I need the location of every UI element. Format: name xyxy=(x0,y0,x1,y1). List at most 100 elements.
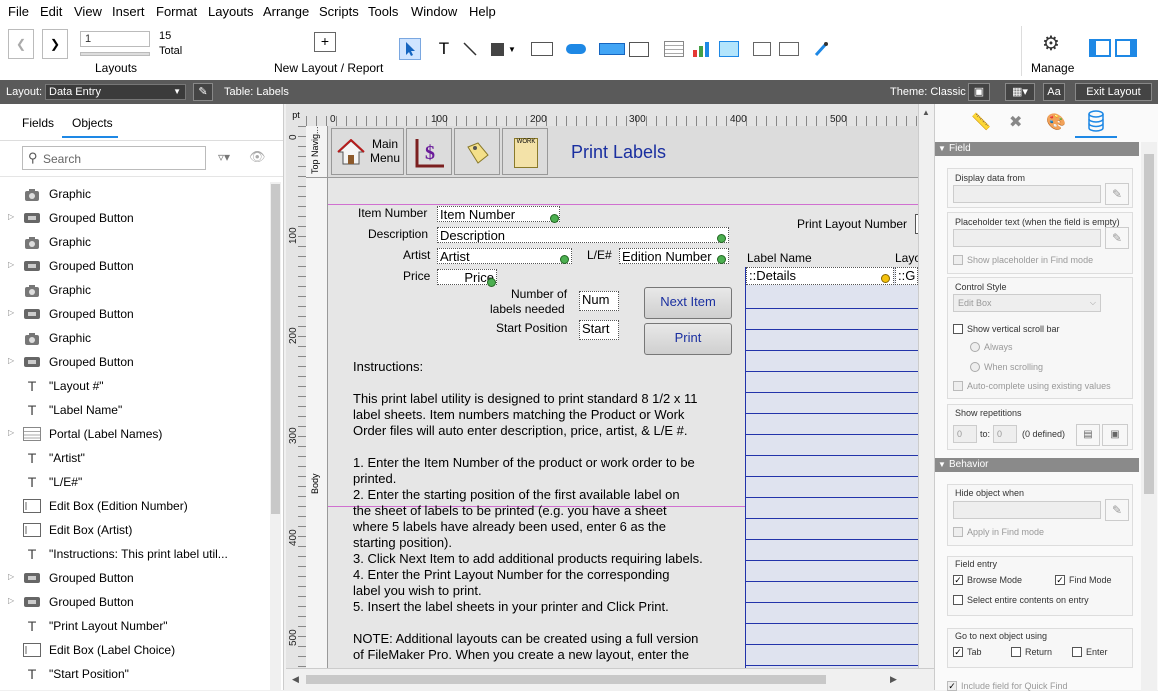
new-layout-icon[interactable]: + xyxy=(314,32,336,52)
data-tab-icon[interactable] xyxy=(1087,110,1107,132)
pointer-tool-icon[interactable] xyxy=(399,38,421,60)
line-tool-icon[interactable] xyxy=(459,38,481,60)
show-placeholder-checkbox[interactable] xyxy=(953,255,963,265)
control-style-select[interactable]: Edit Box ⌵ xyxy=(953,294,1101,312)
objects-scrollbar[interactable] xyxy=(270,182,281,690)
g-field[interactable]: ::G xyxy=(895,267,918,285)
vertical-repetition-icon[interactable]: ▤ xyxy=(1076,424,1100,446)
repetition-to-input[interactable]: 0 xyxy=(993,425,1017,443)
expand-arrow-icon[interactable]: ▷ xyxy=(8,596,14,605)
manage-button[interactable]: Manage xyxy=(1031,61,1074,75)
body-part[interactable]: Body xyxy=(306,178,328,668)
object-list-item[interactable]: Edit Box (Edition Number) xyxy=(0,494,268,518)
repetition-from-input[interactable]: 0 xyxy=(953,425,977,443)
main-menu-button[interactable]: Main Menu xyxy=(331,128,404,175)
grid-options-icon[interactable]: ▦▾ xyxy=(1005,83,1035,101)
show-left-pane-icon[interactable] xyxy=(1089,39,1111,57)
edit-layout-name-icon[interactable]: ✎ xyxy=(193,83,213,101)
menu-insert[interactable]: Insert xyxy=(112,4,145,19)
menu-file[interactable]: File xyxy=(8,4,29,19)
new-layout-button[interactable]: New Layout / Report xyxy=(274,61,383,75)
show-vscroll-checkbox[interactable] xyxy=(953,324,963,334)
search-input[interactable]: ⚲ Search xyxy=(22,146,206,170)
browse-mode-checkbox[interactable]: ✓ xyxy=(953,575,963,585)
next-record-button[interactable]: ❯ xyxy=(42,29,68,59)
appearance-tab-icon[interactable]: 🎨 xyxy=(1046,112,1066,132)
menu-format[interactable]: Format xyxy=(156,4,197,19)
behavior-section-header[interactable]: ▼ Behavior xyxy=(935,458,1139,472)
object-list-item[interactable]: ▷ Grouped Button xyxy=(0,350,268,374)
format-painter-icon[interactable] xyxy=(810,38,832,60)
hide-object-input[interactable] xyxy=(953,501,1101,519)
show-right-pane-icon[interactable] xyxy=(1115,39,1137,57)
shape-dropdown-icon[interactable]: ▼ xyxy=(507,38,517,60)
text-tool-icon[interactable]: T xyxy=(433,38,455,60)
object-list-item[interactable]: ▷ Portal (Label Names) xyxy=(0,422,268,446)
portal-label-names[interactable] xyxy=(745,267,918,668)
record-number-input[interactable]: 1 xyxy=(80,31,150,47)
text-style-icon[interactable]: Aa xyxy=(1043,83,1065,101)
canvas-horizontal-scrollbar[interactable]: ◀ ▶ xyxy=(286,668,934,691)
expand-arrow-icon[interactable]: ▷ xyxy=(8,260,14,269)
popover-tool-icon[interactable] xyxy=(628,38,650,60)
object-list-item[interactable]: Graphic xyxy=(0,326,268,350)
finance-button[interactable]: $ xyxy=(406,128,452,175)
object-list-item[interactable]: Edit Box (Artist) xyxy=(0,518,268,542)
apply-find-checkbox[interactable] xyxy=(953,527,963,537)
top-navigation-part[interactable]: Top Navig... xyxy=(306,126,328,178)
menu-help[interactable]: Help xyxy=(469,4,496,19)
number-of-labels-field[interactable]: Num xyxy=(579,291,619,311)
object-list-item[interactable]: T "Print Layout Number" xyxy=(0,614,268,638)
display-data-input[interactable] xyxy=(953,185,1101,203)
edition-number-field[interactable]: Edition Number xyxy=(619,248,729,264)
enter-checkbox[interactable] xyxy=(1072,647,1082,657)
object-list-item[interactable]: Graphic xyxy=(0,182,268,206)
expand-arrow-icon[interactable]: ▷ xyxy=(8,572,14,581)
menu-scripts[interactable]: Scripts xyxy=(319,4,359,19)
field-picker-icon[interactable] xyxy=(751,38,773,60)
find-mode-checkbox[interactable]: ✓ xyxy=(1055,575,1065,585)
web-viewer-icon[interactable] xyxy=(718,38,740,60)
tab-objects[interactable]: Objects xyxy=(72,116,113,130)
object-list-item[interactable]: Graphic xyxy=(0,278,268,302)
horizontal-repetition-icon[interactable]: ▣ xyxy=(1102,424,1128,446)
object-list-item[interactable]: ▷ Grouped Button xyxy=(0,302,268,326)
object-list-item[interactable]: T "Layout #" xyxy=(0,374,268,398)
portal-tool-icon[interactable] xyxy=(663,38,685,60)
field-tool-icon[interactable] xyxy=(531,38,553,60)
menu-arrange[interactable]: Arrange xyxy=(263,4,309,19)
menu-view[interactable]: View xyxy=(74,4,102,19)
always-radio[interactable] xyxy=(970,342,980,352)
filter-icon[interactable]: ▿▾ xyxy=(218,150,230,164)
print-button[interactable]: Print xyxy=(644,323,732,355)
object-list-item[interactable]: ▷ Grouped Button xyxy=(0,590,268,614)
autocomplete-checkbox[interactable] xyxy=(953,381,963,391)
chart-tool-icon[interactable] xyxy=(690,38,712,60)
start-position-field[interactable]: Start xyxy=(579,320,619,340)
button-tool-icon[interactable] xyxy=(565,38,587,60)
insert-picture-icon[interactable] xyxy=(778,38,800,60)
object-list-item[interactable]: Graphic xyxy=(0,230,268,254)
details-field[interactable]: ::Details xyxy=(746,267,894,285)
expand-arrow-icon[interactable]: ▷ xyxy=(8,356,14,365)
pencil-icon[interactable]: ✎ xyxy=(1105,183,1129,205)
shape-tool-icon[interactable] xyxy=(486,38,508,60)
field-section-header[interactable]: ▼ Field xyxy=(935,142,1139,156)
position-tab-icon[interactable]: 📏 xyxy=(971,112,991,132)
tab-checkbox[interactable]: ✓ xyxy=(953,647,963,657)
previous-record-button[interactable]: ❮ xyxy=(8,29,34,59)
menu-tools[interactable]: Tools xyxy=(368,4,398,19)
object-list-item[interactable]: ▷ Grouped Button xyxy=(0,206,268,230)
pencil-icon[interactable]: ✎ xyxy=(1105,227,1129,249)
select-entire-checkbox[interactable] xyxy=(953,595,963,605)
object-list-item[interactable]: T "Label Name" xyxy=(0,398,268,422)
when-scrolling-radio[interactable] xyxy=(970,362,980,372)
tags-button[interactable] xyxy=(454,128,500,175)
menu-window[interactable]: Window xyxy=(411,4,457,19)
object-list-item[interactable]: ▷ Grouped Button xyxy=(0,254,268,278)
expand-arrow-icon[interactable]: ▷ xyxy=(8,428,14,437)
placeholder-input[interactable] xyxy=(953,229,1101,247)
gear-icon[interactable]: ⚙ xyxy=(1040,32,1062,55)
button-bar-icon[interactable] xyxy=(599,38,625,60)
object-list-item[interactable]: Edit Box (Label Choice) xyxy=(0,638,268,662)
